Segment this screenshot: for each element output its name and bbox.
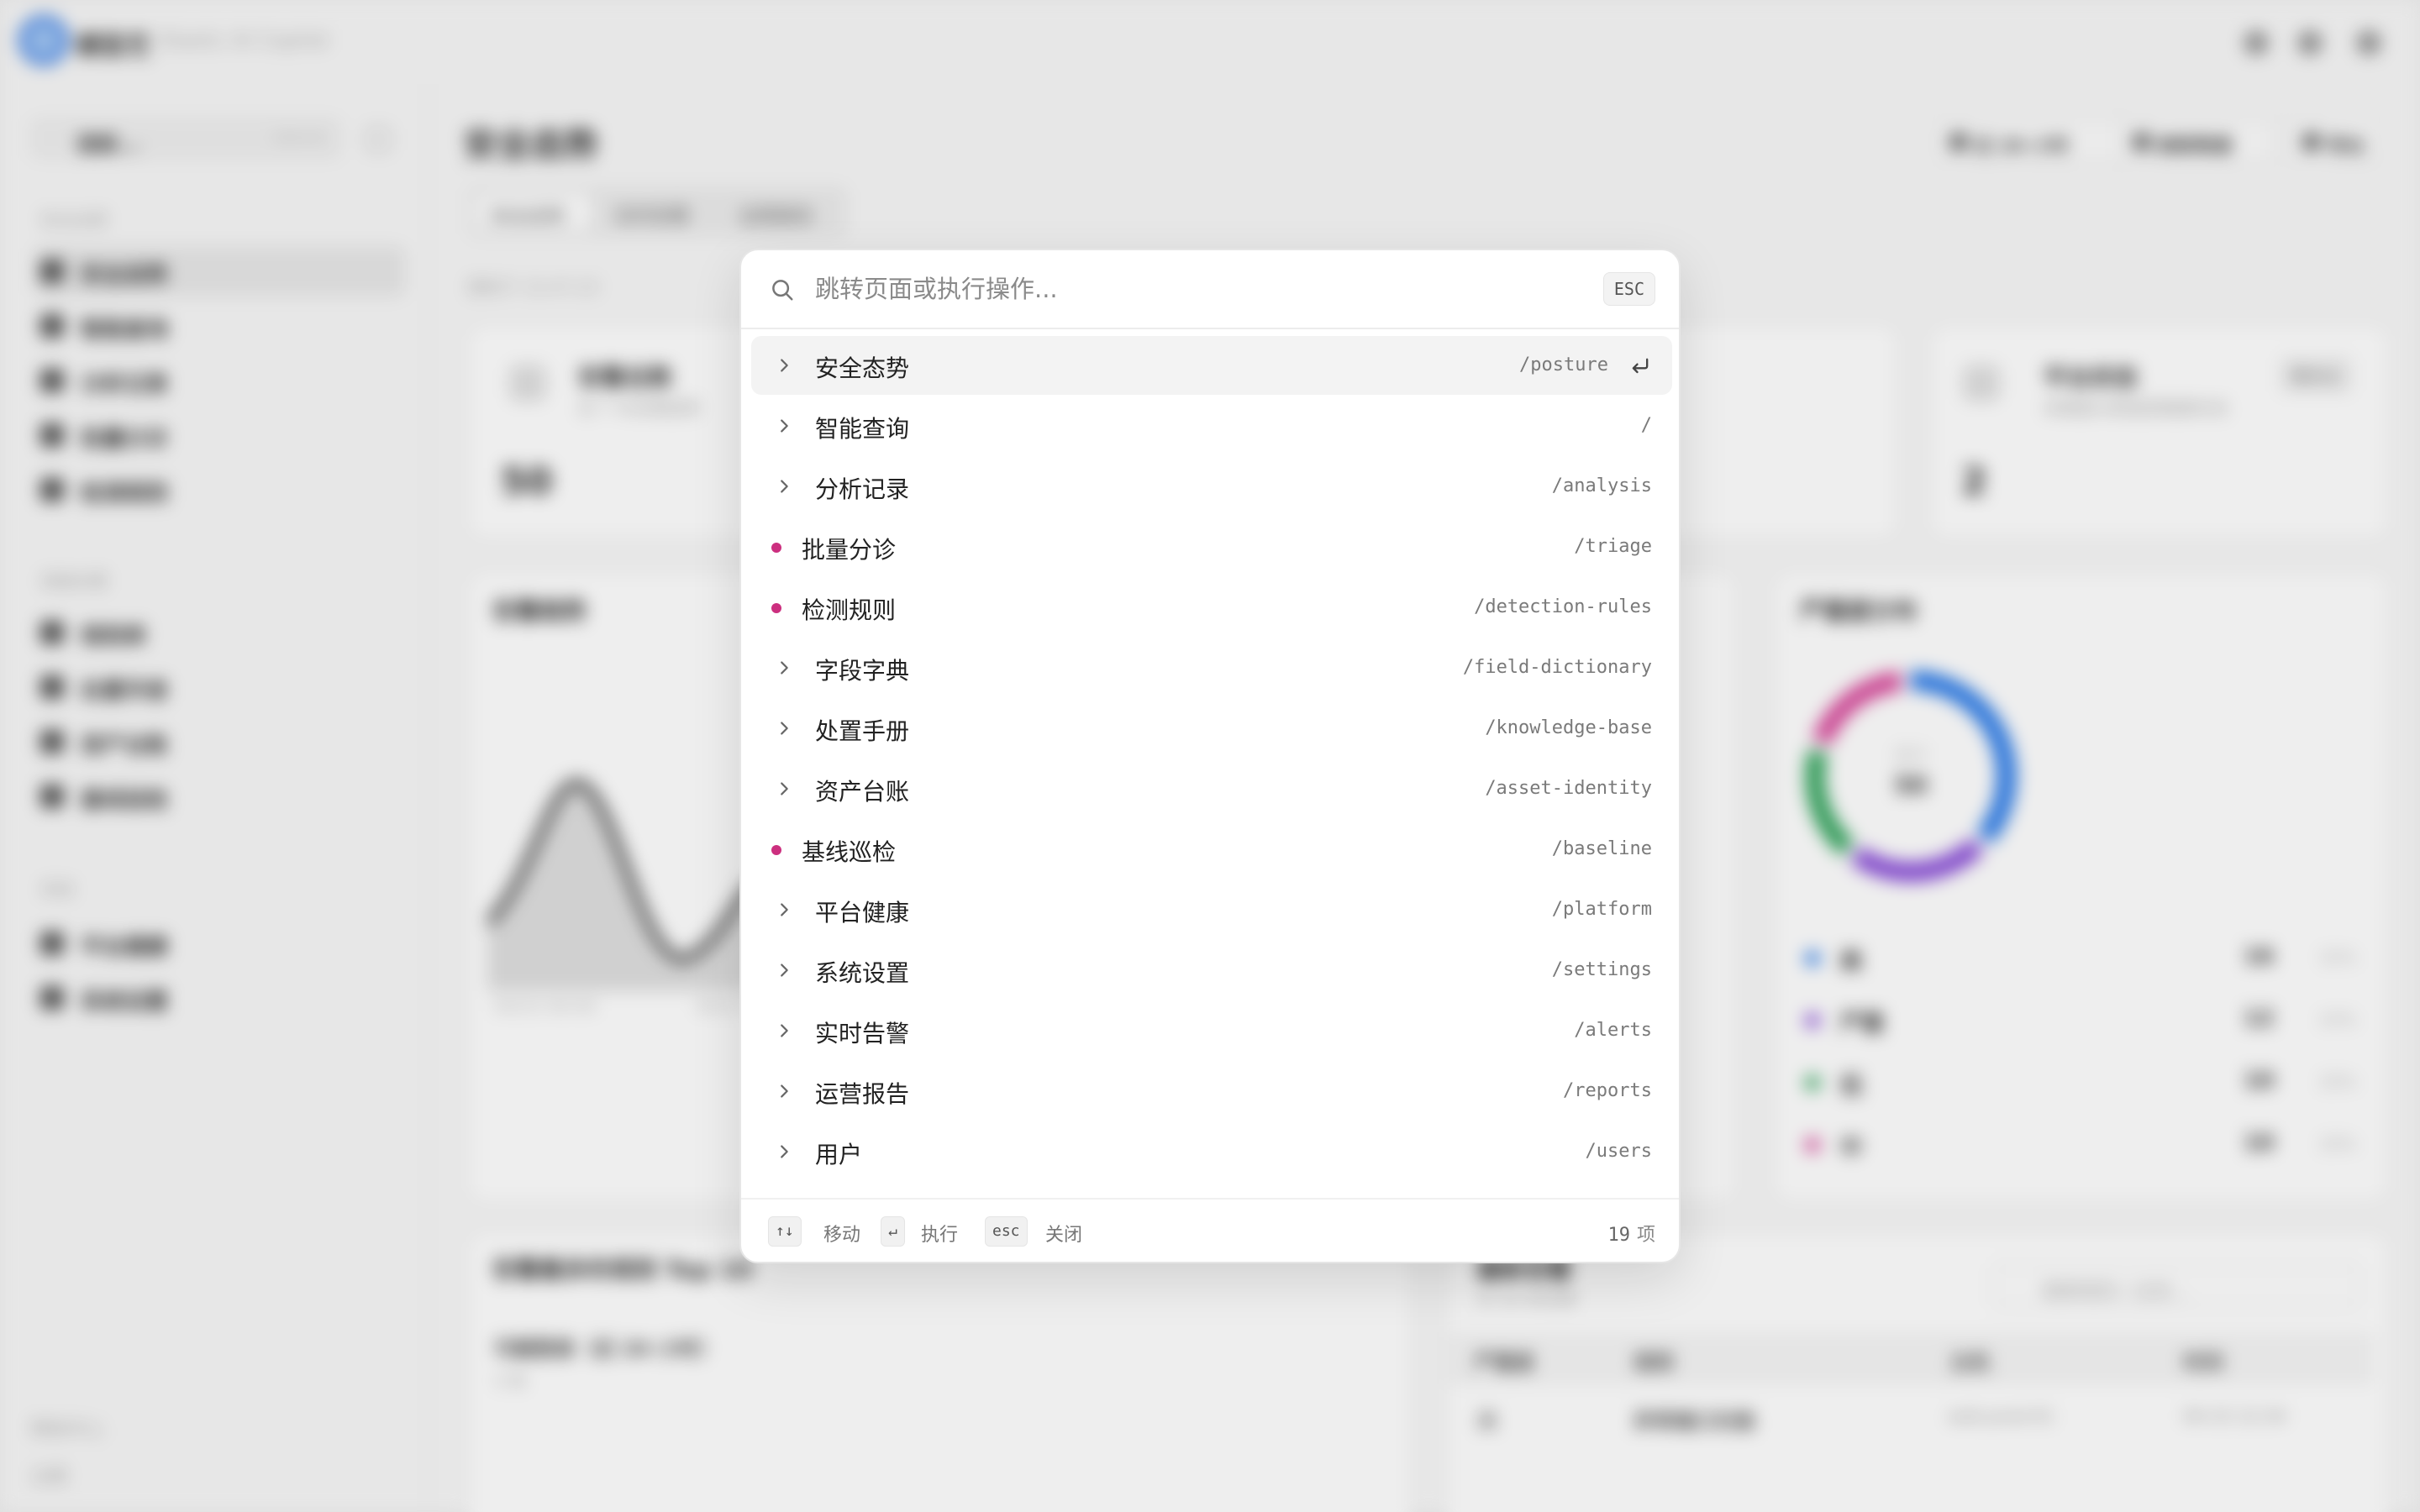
palette-item-path: /analysis: [1551, 475, 1652, 496]
palette-item[interactable]: 检测规则/detection-rules: [751, 578, 1672, 637]
chevron-right-icon: [781, 480, 788, 493]
palette-item-label: 实时告警: [815, 1020, 910, 1047]
palette-search-bar: ESC: [741, 250, 1679, 329]
chevron-right-icon: [781, 359, 788, 372]
palette-item[interactable]: 用户/users: [751, 1122, 1672, 1181]
execute-hint-label: 执行: [921, 1225, 959, 1246]
command-palette: ESC 安全态势/posture智能查询/分析记录/analysis批量分诊/t…: [739, 249, 1681, 1263]
palette-item[interactable]: 处置手册/knowledge-base: [751, 699, 1672, 758]
palette-item-label: 用户: [815, 1141, 863, 1168]
chevron-right-icon: [781, 661, 788, 675]
palette-item-path: /field-dictionary: [1462, 657, 1652, 678]
result-count: 19 项: [1607, 1220, 1655, 1247]
palette-item[interactable]: 系统设置/settings: [751, 941, 1672, 1000]
chevron-right-icon: [781, 903, 788, 916]
palette-item-label: 系统设置: [815, 959, 910, 987]
palette-item[interactable]: 安全态势/posture: [751, 336, 1672, 395]
esc-key-badge[interactable]: ESC: [1602, 272, 1655, 306]
status-dot-icon: [771, 603, 781, 613]
palette-item-path: /settings: [1551, 959, 1652, 980]
palette-item-label: 运营报告: [815, 1080, 910, 1108]
palette-item[interactable]: 智能查询 /: [751, 396, 1672, 455]
chevron-right-icon: [781, 782, 788, 795]
palette-item-label: 基线巡检: [802, 838, 897, 866]
palette-item-path: /users: [1585, 1141, 1652, 1162]
move-key-hint: ↑↓: [768, 1216, 802, 1247]
chevron-right-icon: [781, 963, 788, 977]
search-icon: [772, 280, 793, 301]
move-hint-label: 移动: [823, 1225, 861, 1246]
palette-search-input[interactable]: [815, 267, 1555, 311]
close-hint-label: 关闭: [1045, 1225, 1083, 1246]
palette-item-label: 批量分诊: [802, 536, 897, 564]
enter-icon: [1632, 358, 1649, 374]
palette-item[interactable]: 分析记录/analysis: [751, 457, 1672, 516]
palette-item-label: 字段字典: [815, 657, 910, 685]
chevron-right-icon: [781, 1024, 788, 1037]
palette-item-path: /triage: [1574, 536, 1652, 557]
chevron-right-icon: [781, 1084, 788, 1098]
enter-key-hint: ↵: [881, 1216, 905, 1247]
palette-item-path: /alerts: [1574, 1020, 1652, 1041]
palette-item-path: /reports: [1563, 1080, 1652, 1101]
palette-item[interactable]: 平台健康/platform: [751, 880, 1672, 939]
status-dot-icon: [771, 543, 781, 553]
palette-item-path: /: [1640, 415, 1652, 436]
chevron-right-icon: [781, 722, 788, 735]
result-count-unit: 项: [1636, 1225, 1655, 1246]
chevron-right-icon: [781, 1145, 788, 1158]
palette-item[interactable]: 资产台账/asset-identity: [751, 759, 1672, 818]
palette-footer: ↑↓ 移动 ↵ 执行 esc 关闭 19 项: [741, 1198, 1679, 1262]
palette-item-path: /baseline: [1551, 838, 1652, 859]
palette-item-path: /asset-identity: [1485, 778, 1652, 799]
chevron-right-icon: [781, 419, 788, 433]
palette-item[interactable]: 批量分诊/triage: [751, 517, 1672, 576]
palette-item-path: /detection-rules: [1474, 596, 1652, 617]
palette-item[interactable]: 运营报告/reports: [751, 1062, 1672, 1121]
esc-key-hint: esc: [985, 1216, 1028, 1247]
palette-item-label: 平台健康: [815, 899, 910, 927]
palette-item[interactable]: 实时告警/alerts: [751, 1001, 1672, 1060]
palette-item-path: /posture: [1519, 354, 1608, 375]
palette-item-path: /knowledge-base: [1485, 717, 1652, 738]
palette-item-path: /platform: [1551, 899, 1652, 920]
palette-item-label: 智能查询: [815, 415, 910, 443]
palette-item-label: 处置手册: [815, 717, 910, 745]
palette-item-label: 检测规则: [802, 596, 897, 624]
result-count-value: 19: [1607, 1225, 1630, 1246]
palette-item-label: 分析记录: [815, 475, 910, 503]
palette-item[interactable]: 基线巡检/baseline: [751, 820, 1672, 879]
status-dot-icon: [771, 845, 781, 855]
palette-item-label: 安全态势: [815, 354, 910, 382]
palette-item-label: 资产台账: [815, 778, 910, 806]
palette-item[interactable]: 字段字典/field-dictionary: [751, 638, 1672, 697]
